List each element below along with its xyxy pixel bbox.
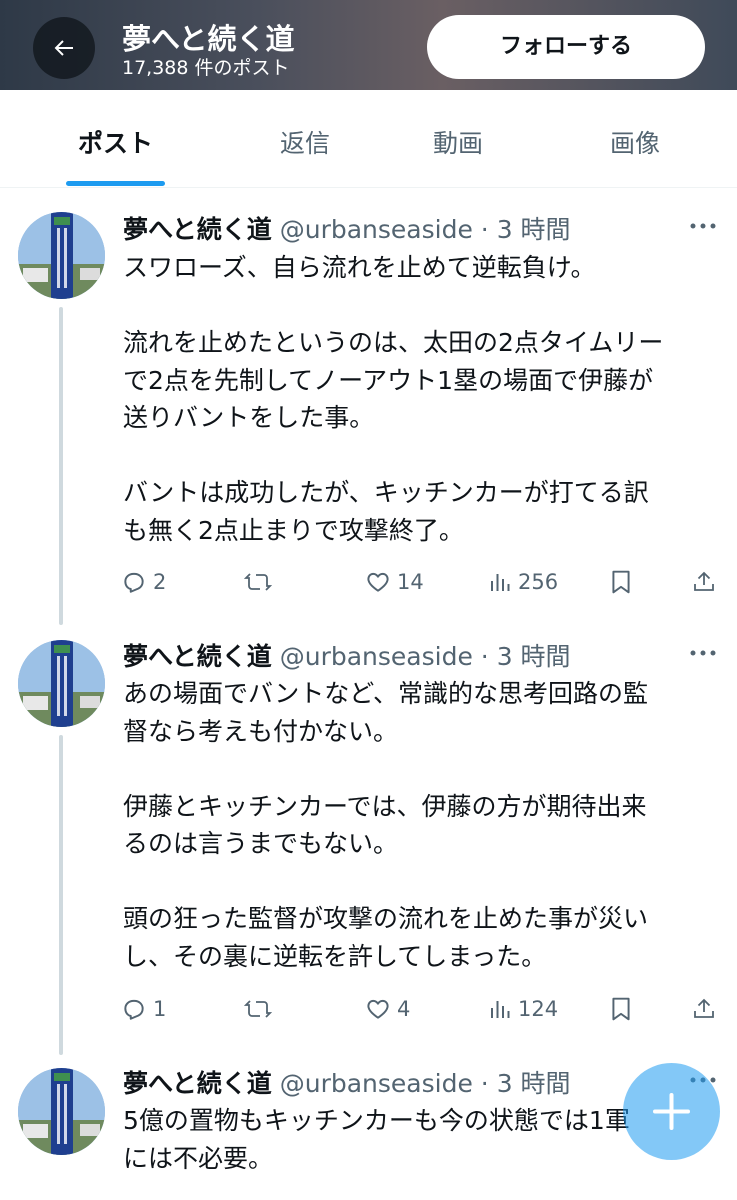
like-count: 4 bbox=[397, 997, 411, 1021]
active-tab-indicator bbox=[66, 181, 165, 186]
post-text-line: 流れを止めたというのは、太田の2点タイムリー bbox=[123, 328, 664, 357]
share-icon bbox=[694, 998, 714, 1018]
post-text-line: し、その裏に逆転を許してしまった。 bbox=[123, 941, 547, 971]
arrow-left-icon bbox=[54, 40, 73, 56]
repost-button[interactable] bbox=[244, 567, 272, 597]
profile-tabs: ポスト 返信 動画 画像 bbox=[0, 90, 737, 188]
share-button[interactable] bbox=[692, 567, 716, 597]
post-actions: 2 14 256 bbox=[0, 567, 737, 597]
heart-icon bbox=[367, 572, 389, 592]
banner-flag-image bbox=[18, 212, 105, 299]
author-name[interactable]: 夢へと続く道 bbox=[123, 1069, 272, 1098]
tab-replies[interactable]: 返信 bbox=[255, 90, 355, 187]
post-text-line: 伊藤とキッチンカーでは、伊藤の方が期待出来 bbox=[123, 791, 647, 821]
like-button[interactable]: 4 bbox=[365, 994, 410, 1024]
reply-count: 1 bbox=[153, 997, 167, 1021]
post-meta: 夢へと続く道 @urbanseaside · 3 時間 bbox=[123, 1064, 571, 1100]
views-button[interactable]: 124 bbox=[488, 994, 558, 1024]
author-handle[interactable]: @urbanseaside bbox=[280, 1069, 473, 1098]
post-text-line: も無く2点止まりで攻撃終了。 bbox=[123, 515, 464, 545]
banner-flag-image bbox=[18, 640, 105, 727]
tab-posts[interactable]: ポスト bbox=[66, 90, 165, 187]
reply-icon bbox=[124, 999, 144, 1020]
like-button[interactable]: 14 bbox=[365, 567, 424, 597]
bookmark-icon bbox=[612, 997, 630, 1021]
repost-icon bbox=[244, 1000, 272, 1018]
tab-images[interactable]: 画像 bbox=[585, 90, 685, 187]
post-text-line: 頭の狂った監督が攻撃の流れを止めた事が災い bbox=[123, 904, 649, 933]
avatar[interactable] bbox=[18, 1068, 105, 1155]
views-button[interactable]: 256 bbox=[488, 567, 558, 597]
avatar[interactable] bbox=[18, 640, 105, 727]
reply-icon bbox=[124, 572, 144, 593]
plus-icon bbox=[653, 1093, 690, 1130]
heart-icon bbox=[367, 999, 389, 1019]
reply-button[interactable]: 1 bbox=[121, 994, 166, 1024]
compose-button[interactable] bbox=[623, 1063, 720, 1160]
post-time[interactable]: 3 時間 bbox=[497, 642, 571, 671]
post-time[interactable]: 3 時間 bbox=[497, 1069, 571, 1098]
post-actions: 1 4 124 bbox=[0, 994, 737, 1024]
post-time[interactable]: 3 時間 bbox=[497, 215, 571, 244]
bookmark-button[interactable] bbox=[610, 567, 632, 597]
meta-separator: · bbox=[480, 642, 489, 671]
analytics-icon bbox=[491, 574, 510, 591]
post-meta: 夢へと続く道 @urbanseaside · 3 時間 bbox=[123, 210, 571, 246]
post-text-line: には不必要。 bbox=[123, 1143, 274, 1173]
post-count: 17,388 件のポスト bbox=[122, 57, 290, 79]
view-count: 124 bbox=[518, 997, 559, 1021]
post-text-line: 督なら考えも付かない。 bbox=[123, 716, 399, 746]
bookmark-icon bbox=[612, 570, 630, 594]
post-text-line: あの場面でバントなど、常識的な思考回路の監 bbox=[123, 679, 649, 708]
share-button[interactable] bbox=[692, 994, 716, 1024]
meta-separator: · bbox=[480, 215, 489, 244]
tab-videos[interactable]: 動画 bbox=[408, 90, 508, 187]
repost-button[interactable] bbox=[244, 994, 272, 1024]
post-text-line: バントは成功したが、キッチンカーが打てる訳 bbox=[123, 478, 649, 507]
more-options-icon[interactable] bbox=[688, 214, 718, 242]
author-name[interactable]: 夢へと続く道 bbox=[123, 215, 272, 244]
post-text-line: 送りバントをした事。 bbox=[123, 403, 375, 432]
author-handle[interactable]: @urbanseaside bbox=[280, 642, 473, 671]
banner-flag-image bbox=[18, 1068, 105, 1155]
back-button[interactable] bbox=[33, 17, 95, 79]
post-text-line: るのは言うまでもない。 bbox=[123, 829, 399, 858]
author-name[interactable]: 夢へと続く道 bbox=[123, 642, 272, 671]
follow-button[interactable]: フォローする bbox=[427, 15, 705, 79]
reply-count: 2 bbox=[153, 570, 167, 594]
bookmark-button[interactable] bbox=[610, 994, 632, 1024]
avatar[interactable] bbox=[18, 212, 105, 299]
analytics-icon bbox=[491, 1001, 510, 1018]
profile-name: 夢へと続く道 bbox=[122, 22, 295, 56]
post-text: スワローズ、自ら流れを止めて逆転負け。 流れを止めたというのは、太田の2点タイム… bbox=[123, 249, 723, 549]
repost-icon bbox=[244, 573, 272, 591]
post-text: あの場面でバントなど、常識的な思考回路の監 督なら考えも付かない。 伊藤とキッチ… bbox=[123, 675, 723, 975]
post-text-line: スワローズ、自ら流れを止めて逆転負け。 bbox=[123, 253, 596, 282]
meta-separator: · bbox=[480, 1069, 489, 1098]
view-count: 256 bbox=[518, 570, 559, 594]
author-handle[interactable]: @urbanseaside bbox=[280, 215, 473, 244]
reply-button[interactable]: 2 bbox=[121, 567, 166, 597]
post-meta: 夢へと続く道 @urbanseaside · 3 時間 bbox=[123, 637, 571, 673]
more-options-icon[interactable] bbox=[688, 641, 718, 669]
share-icon bbox=[694, 571, 714, 591]
like-count: 14 bbox=[397, 570, 424, 594]
profile-header: 夢へと続く道 17,388 件のポスト フォローする bbox=[0, 0, 737, 90]
post-text-line: で2点を先制してノーアウト1塁の場面で伊藤が bbox=[123, 365, 654, 395]
